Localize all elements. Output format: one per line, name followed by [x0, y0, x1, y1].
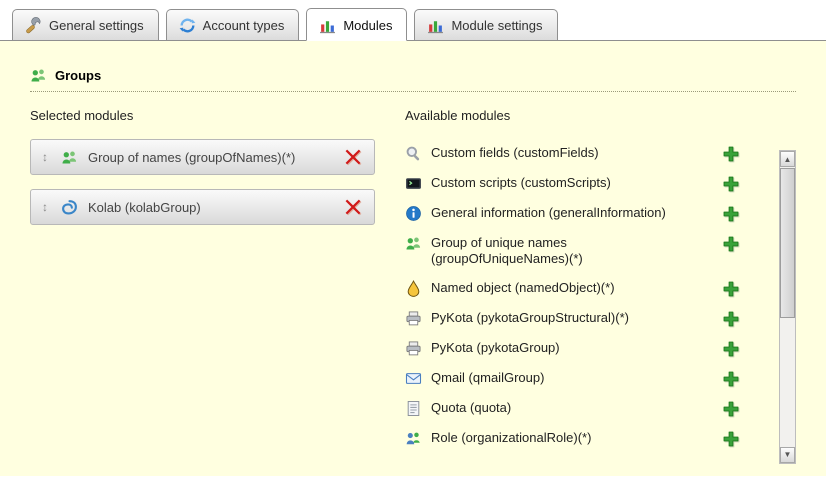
available-module-row: Quota (quota) [405, 394, 766, 424]
section-title-label: Groups [55, 68, 101, 83]
groups-icon [405, 235, 422, 252]
available-modules-list: Custom fields (customFields) Custom scrip… [405, 139, 766, 454]
groups-icon [30, 67, 47, 84]
selected-module-row: ↕ Kolab (kolabGroup) [30, 189, 375, 225]
add-module-button[interactable] [722, 235, 740, 253]
terminal-icon [405, 175, 422, 192]
available-module-row: Custom scripts (customScripts) [405, 169, 766, 199]
selected-module-label: Group of names (groupOfNames)(*) [88, 150, 295, 165]
tab-general-settings[interactable]: General settings [12, 9, 159, 40]
selected-modules-heading: Selected modules [30, 108, 375, 123]
wrench-icon [25, 17, 42, 34]
printer-icon [405, 310, 422, 327]
drop-icon [405, 280, 422, 297]
tab-module-settings[interactable]: Module settings [414, 9, 557, 40]
available-module-label: Role (organizationalRole)(*) [431, 430, 713, 446]
available-module-row: PyKota (pykotaGroupStructural)(*) [405, 304, 766, 334]
add-module-button[interactable] [722, 310, 740, 328]
available-modules-heading: Available modules [405, 108, 796, 123]
selected-modules-column: Selected modules ↕ Group of names (groupO… [30, 108, 375, 454]
role-icon [405, 430, 422, 447]
printer-icon [405, 340, 422, 357]
available-module-row: Qmail (qmailGroup) [405, 364, 766, 394]
available-module-label: PyKota (pykotaGroupStructural)(*) [431, 310, 713, 326]
available-module-label: General information (generalInformation) [431, 205, 713, 221]
add-module-button[interactable] [722, 430, 740, 448]
magnifier-icon [405, 145, 422, 162]
add-module-button[interactable] [722, 400, 740, 418]
bar-chart-icon [427, 17, 444, 34]
section-title: Groups [30, 67, 796, 92]
available-modules-column: Available modules Custom fields (customF… [405, 108, 796, 454]
available-module-label: Custom scripts (customScripts) [431, 175, 713, 191]
tab-label: Module settings [451, 18, 542, 33]
envelope-icon [405, 370, 422, 387]
tab-label: Modules [343, 18, 392, 33]
available-module-label: Quota (quota) [431, 400, 713, 416]
available-module-row: Role (organizationalRole)(*) [405, 424, 766, 454]
groups-icon [61, 149, 78, 166]
available-module-label: Group of unique names (groupOfUniqueName… [431, 235, 713, 268]
sync-arrows-icon [179, 17, 196, 34]
available-module-row: General information (generalInformation) [405, 199, 766, 229]
available-module-row: Named object (namedObject)(*) [405, 274, 766, 304]
tab-bar: General settings Account types Modules Modu… [0, 0, 826, 41]
available-module-label: Named object (namedObject)(*) [431, 280, 713, 296]
drag-handle-icon[interactable]: ↕ [39, 150, 51, 164]
add-module-button[interactable] [722, 340, 740, 358]
scrollbar-thumb[interactable] [780, 168, 795, 318]
tab-account-types[interactable]: Account types [166, 9, 300, 40]
drag-handle-icon[interactable]: ↕ [39, 200, 51, 214]
selected-module-row: ↕ Group of names (groupOfNames)(*) [30, 139, 375, 175]
available-module-row: Group of unique names (groupOfUniqueName… [405, 229, 766, 274]
add-module-button[interactable] [722, 370, 740, 388]
add-module-button[interactable] [722, 280, 740, 298]
content-area: Groups Selected modules ↕ Group of names … [0, 41, 826, 476]
document-icon [405, 400, 422, 417]
scroll-down-icon[interactable]: ▼ [780, 447, 795, 463]
selected-module-label: Kolab (kolabGroup) [88, 200, 201, 215]
kolab-icon [61, 199, 78, 216]
available-module-label: Custom fields (customFields) [431, 145, 713, 161]
module-columns: Selected modules ↕ Group of names (groupO… [30, 108, 796, 454]
remove-module-button[interactable] [344, 198, 362, 216]
scroll-up-icon[interactable]: ▲ [780, 151, 795, 167]
info-icon [405, 205, 422, 222]
scrollbar[interactable]: ▲ ▼ [779, 150, 796, 464]
available-module-label: Qmail (qmailGroup) [431, 370, 713, 386]
available-module-row: PyKota (pykotaGroup) [405, 334, 766, 364]
available-module-row: Custom fields (customFields) [405, 139, 766, 169]
add-module-button[interactable] [722, 205, 740, 223]
tab-label: General settings [49, 18, 144, 33]
available-module-label: PyKota (pykotaGroup) [431, 340, 713, 356]
tab-modules[interactable]: Modules [306, 8, 407, 41]
add-module-button[interactable] [722, 175, 740, 193]
selected-modules-list: ↕ Group of names (groupOfNames)(*) ↕ Kolab … [30, 139, 375, 225]
bar-chart-icon [319, 17, 336, 34]
tab-label: Account types [203, 18, 285, 33]
remove-module-button[interactable] [344, 148, 362, 166]
add-module-button[interactable] [722, 145, 740, 163]
